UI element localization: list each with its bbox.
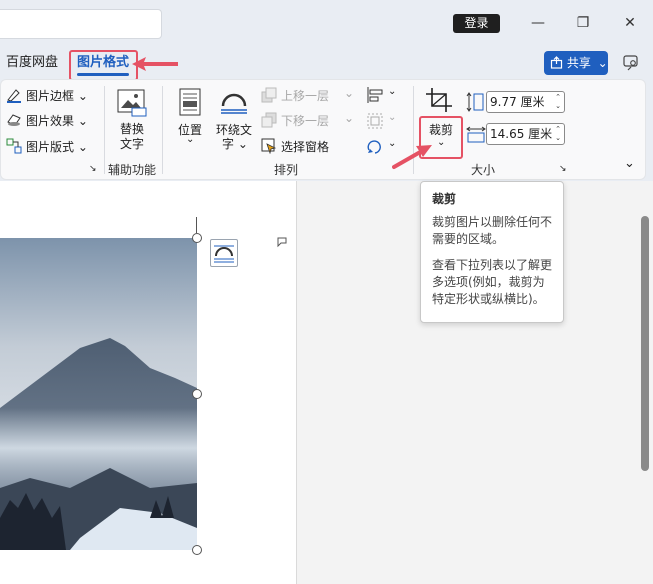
annotation-arrow-tab bbox=[132, 57, 178, 71]
ribbon-separator bbox=[104, 86, 105, 174]
anchor-icon bbox=[277, 237, 287, 248]
resize-handle-right[interactable] bbox=[192, 389, 202, 399]
annotation-arrow-crop bbox=[392, 145, 432, 169]
picture-layout-button[interactable]: 图片版式 ⌄ bbox=[26, 138, 88, 155]
size-group-label: 大小 bbox=[471, 163, 496, 177]
wrap-text-icon bbox=[221, 93, 247, 114]
tooltip-description: 裁剪图片以删除任何不需要的区域。 bbox=[432, 215, 553, 246]
chevron-down-icon: ⌄ bbox=[597, 56, 608, 70]
crop-tooltip: 裁剪 裁剪图片以删除任何不需要的区域。 查看下拉列表以了解更多选项(例如，裁剪为… bbox=[420, 181, 564, 323]
wrap-text-label-line2[interactable]: 字 ⌄ bbox=[222, 135, 248, 152]
picture-effects-icon bbox=[7, 114, 21, 126]
align-icon[interactable] bbox=[366, 86, 384, 104]
size-group-launcher-icon[interactable]: ↘ bbox=[559, 164, 567, 174]
arrange-group-label: 排列 bbox=[274, 163, 299, 177]
picture-border-icon bbox=[7, 89, 21, 103]
collapse-ribbon-button[interactable]: ⌄ bbox=[624, 156, 635, 171]
rotate-icon[interactable] bbox=[366, 138, 384, 156]
bring-forward-button: 上移一层 bbox=[281, 89, 330, 103]
chevron-down-icon[interactable]: ⌄ bbox=[437, 137, 445, 148]
minimize-button[interactable]: — bbox=[528, 12, 548, 34]
picture-effects-button[interactable]: 图片效果 ⌄ bbox=[26, 112, 88, 129]
send-backward-button: 下移一层 bbox=[281, 114, 330, 128]
login-button[interactable]: 登录 bbox=[453, 14, 500, 33]
accessibility-group-label: 辅助功能 bbox=[108, 163, 157, 177]
chevron-down-icon: ⌄ bbox=[388, 86, 397, 97]
close-button[interactable]: ✕ bbox=[620, 12, 640, 34]
crop-button[interactable]: 裁剪 bbox=[429, 121, 453, 138]
ribbon-separator bbox=[162, 86, 163, 174]
comments-person-icon[interactable] bbox=[622, 54, 640, 72]
tooltip-more-options: 查看下拉列表以了解更多选项(例如，裁剪为特定形状或纵横比)。 bbox=[432, 258, 553, 306]
group-objects-icon bbox=[367, 113, 383, 129]
tab-baidu-netdisk[interactable]: 百度网盘 bbox=[6, 52, 58, 78]
shape-height-icon bbox=[466, 92, 484, 112]
shape-width-icon bbox=[466, 126, 486, 143]
send-backward-icon bbox=[261, 112, 277, 128]
share-icon bbox=[550, 56, 563, 69]
chevron-down-icon: ⌄ bbox=[388, 112, 397, 123]
chevron-down-icon: ⌄ bbox=[344, 86, 355, 100]
bring-forward-icon bbox=[261, 87, 277, 103]
crop-icon bbox=[426, 88, 452, 112]
selection-pane-button[interactable]: 选择窗格 bbox=[281, 138, 329, 155]
height-value: 9.77 厘米 bbox=[490, 95, 545, 109]
alt-text-label-line2[interactable]: 文字 bbox=[120, 135, 144, 152]
adjust-group-launcher-icon[interactable]: ↘ bbox=[89, 164, 97, 174]
tooltip-title: 裁剪 bbox=[432, 192, 457, 206]
highlight-box-tab bbox=[69, 50, 138, 81]
restore-button[interactable]: ❐ bbox=[573, 12, 593, 34]
picture-border-button[interactable]: 图片边框 ⌄ bbox=[26, 87, 88, 104]
picture-layout-icon bbox=[6, 138, 22, 154]
width-value: 14.65 厘米 bbox=[490, 127, 553, 141]
title-bar: 登录 — ❐ ✕ bbox=[0, 0, 653, 46]
mountain-photo[interactable] bbox=[0, 238, 197, 550]
rotate-handle-line bbox=[196, 217, 197, 233]
resize-handle-top-right[interactable] bbox=[192, 233, 202, 243]
position-icon bbox=[179, 88, 201, 116]
resize-handle-bottom-right[interactable] bbox=[192, 545, 202, 555]
width-spinner[interactable]: ⌃ ⌄ bbox=[555, 125, 561, 143]
vertical-scrollbar[interactable] bbox=[641, 216, 649, 471]
width-input[interactable]: 14.65 厘米 ⌃ ⌄ bbox=[486, 123, 565, 145]
alt-text-icon bbox=[117, 89, 147, 117]
share-button[interactable]: 共享 ⌄ bbox=[544, 51, 608, 75]
chevron-down-icon: ⌄ bbox=[186, 134, 195, 145]
height-input[interactable]: 9.77 厘米 ⌃ ⌄ bbox=[486, 91, 565, 113]
share-label: 共享 bbox=[566, 56, 591, 70]
selection-pane-icon bbox=[261, 138, 277, 154]
search-box[interactable] bbox=[0, 9, 162, 39]
layout-options-icon bbox=[214, 245, 234, 263]
height-spinner[interactable]: ⌃ ⌄ bbox=[555, 93, 561, 111]
chevron-down-icon: ⌄ bbox=[344, 111, 355, 125]
layout-options-button[interactable] bbox=[210, 239, 238, 267]
